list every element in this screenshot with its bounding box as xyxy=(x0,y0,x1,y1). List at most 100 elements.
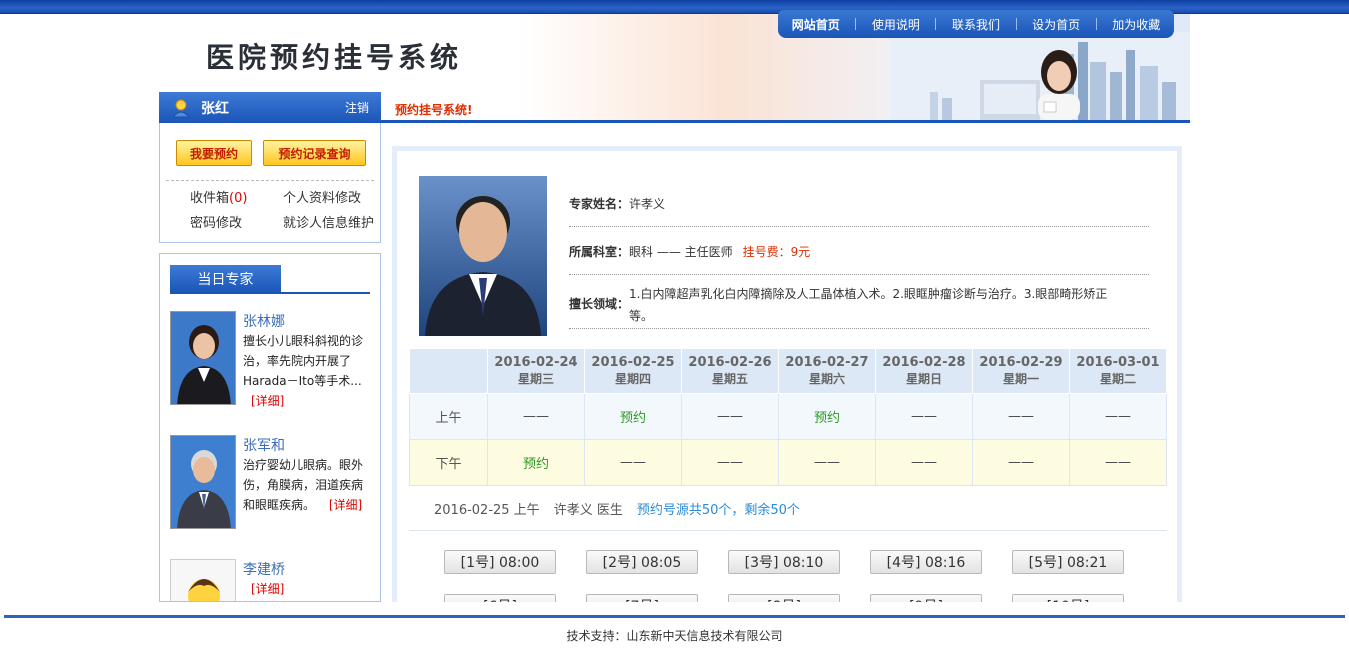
user-bar: 张红 注销 xyxy=(159,92,381,123)
book-slot-link[interactable]: 预约 xyxy=(778,393,876,440)
pm-label: 下午 xyxy=(409,439,488,486)
expert-name[interactable]: 李建桥 xyxy=(243,559,285,579)
password-edit-link[interactable]: 密码修改 xyxy=(190,212,242,231)
schedule-day-header: 2016-03-01 星期二 xyxy=(1069,348,1167,394)
doctor-name-label: 专家姓名： xyxy=(569,197,630,211)
expert-name[interactable]: 张林娜 xyxy=(243,311,285,331)
divider xyxy=(170,292,370,294)
schedule-day-header: 2016-02-24 星期三 xyxy=(487,348,585,394)
experts-title: 当日专家 xyxy=(170,265,281,293)
doctor-dept: 眼科 —— 主任医师 xyxy=(629,245,733,259)
time-slot-button[interactable]: [1号] 08:00 xyxy=(444,550,556,574)
doctor-skill-row: 擅长领域： 1.白内障超声乳化白内障摘除及人工晶体植入术。2.眼眶肿瘤诊断与治疗… xyxy=(569,283,1149,329)
schedule-day-header: 2016-02-28 星期日 xyxy=(875,348,973,394)
expert-name[interactable]: 张军和 xyxy=(243,435,285,455)
book-slot-link[interactable]: 预约 xyxy=(487,439,585,486)
divider xyxy=(166,180,374,181)
doctor-dept-row: 所属科室：眼科 —— 主任医师 挂号费：9元 xyxy=(569,243,1149,275)
nav-home[interactable]: 网站首页 xyxy=(792,16,840,33)
footer-divider xyxy=(4,615,1345,618)
schedule-day-header: 2016-02-29 星期一 xyxy=(972,348,1070,394)
footer-text: 技术支持：山东新中天信息技术有限公司 xyxy=(566,629,783,643)
schedule-header-row: 2016-02-24 星期三 2016-02-25 星期四 2016-02-26 星期… xyxy=(409,348,1167,394)
selected-doctor: 许孝义 医生 xyxy=(553,502,623,518)
quota-info: 预约号源共50个，剩余50个 xyxy=(636,502,800,518)
expert-item: 张军和 治疗婴幼儿眼病。眼外伤，角膜病，泪道疾病和眼眶疾病。 [详细] xyxy=(170,435,374,535)
doctor-dept-label: 所属科室： xyxy=(569,245,630,259)
expert-photo xyxy=(170,435,236,529)
schedule-day-header: 2016-02-25 星期四 xyxy=(584,348,682,394)
am-label: 上午 xyxy=(409,393,488,440)
expert-description: 治疗婴幼儿眼病。眼外伤，角膜病，泪道疾病和眼眶疾病。 [详细] xyxy=(243,458,364,512)
expert-photo-placeholder xyxy=(170,559,236,601)
schedule-am-row: 上午 —— 预约 —— 预约 —— —— —— xyxy=(409,393,1167,440)
schedule-cell: —— xyxy=(972,439,1070,486)
time-slot-button[interactable]: [5号] 08:21 xyxy=(1012,550,1124,574)
expert-detail-link[interactable]: [详细] xyxy=(329,498,362,512)
nav-set-homepage[interactable]: 设为首页 xyxy=(1032,16,1080,33)
schedule-day-header: 2016-02-27 星期六 xyxy=(778,348,876,394)
doctor-photo xyxy=(419,176,547,336)
time-slot-button[interactable]: [4号] 08:16 xyxy=(870,550,982,574)
doctor-detail-panel: 专家姓名：许孝义 所属科室：眼科 —— 主任医师 挂号费：9元 擅长领域： 1.白… xyxy=(392,146,1182,602)
schedule-cell: —— xyxy=(584,439,682,486)
logout-link[interactable]: 注销 xyxy=(345,99,369,116)
expert-detail-link[interactable]: [详细] xyxy=(251,582,284,596)
expert-item: 张林娜 擅长小儿眼科斜视的诊治，率先院内开展了Harada－Ito等手术... … xyxy=(170,311,374,411)
schedule-cell: —— xyxy=(778,439,876,486)
doctor-name: 许孝义 xyxy=(629,197,666,211)
schedule-cell: —— xyxy=(1069,439,1167,486)
selected-session-info: 2016-02-25 上午 许孝义 医生 预约号源共50个，剩余50个 xyxy=(409,486,1167,531)
top-navigation: 网站首页 使用说明 联系我们 设为首页 加为收藏 xyxy=(778,10,1174,38)
expert-description: [详细] xyxy=(243,579,373,599)
time-slot-button[interactable]: [3号] 08:10 xyxy=(728,550,840,574)
time-slot-button[interactable]: [9号] xyxy=(870,594,982,602)
schedule-cell: —— xyxy=(681,393,779,440)
user-icon xyxy=(171,99,191,117)
schedule-cell: —— xyxy=(972,393,1070,440)
inbox-label: 收件箱 xyxy=(190,191,230,206)
expert-item: 李建桥 [详细] xyxy=(170,559,374,601)
time-slot-button[interactable]: [6号] xyxy=(444,594,556,602)
marquee-text: 预约挂号系统! xyxy=(395,103,473,117)
schedule-table: 2016-02-24 星期三 2016-02-25 星期四 2016-02-26 星期… xyxy=(409,348,1167,486)
today-experts-panel: 当日专家 张林娜 擅长小儿眼科斜视的诊治，率先院内开展了Harada－Ito等手… xyxy=(159,253,381,602)
book-slot-link[interactable]: 预约 xyxy=(584,393,682,440)
expert-detail-link[interactable]: [详细] xyxy=(251,394,284,408)
patient-info-link[interactable]: 就诊人信息维护 xyxy=(283,212,374,231)
nav-divider xyxy=(855,18,857,30)
inbox-link[interactable]: 收件箱(0) xyxy=(190,187,247,206)
user-actions-panel: 我要预约 预约记录查询 收件箱(0) 个人资料修改 密码修改 就诊人信息维护 xyxy=(159,123,381,243)
time-slot-button[interactable]: [2号] 08:05 xyxy=(586,550,698,574)
schedule-day-header: 2016-02-26 星期五 xyxy=(681,348,779,394)
schedule-cell: —— xyxy=(1069,393,1167,440)
schedule-cell: —— xyxy=(875,439,973,486)
schedule-cell: —— xyxy=(681,439,779,486)
expert-photo xyxy=(170,311,236,405)
schedule-cell: —— xyxy=(875,393,973,440)
nav-add-favorite[interactable]: 加为收藏 xyxy=(1112,16,1160,33)
time-slot-button[interactable]: [8号] xyxy=(728,594,840,602)
profile-edit-link[interactable]: 个人资料修改 xyxy=(283,187,361,206)
book-appointment-button[interactable]: 我要预约 xyxy=(176,140,252,166)
nav-divider xyxy=(1015,18,1017,30)
doctor-skill: 1.白内障超声乳化白内障摘除及人工晶体植入术。2.眼眶肿瘤诊断与治疗。3.眼部畸… xyxy=(629,287,1108,323)
inbox-count: (0) xyxy=(229,191,248,206)
doctor-name-row: 专家姓名：许孝义 xyxy=(569,195,1149,227)
schedule-corner xyxy=(409,348,488,394)
doctor-skill-label: 擅长领域： xyxy=(569,297,630,311)
user-name: 张红 xyxy=(201,100,229,117)
schedule-cell: —— xyxy=(487,393,585,440)
expert-description: 擅长小儿眼科斜视的诊治，率先院内开展了Harada－Ito等手术... [详细] xyxy=(243,334,364,408)
time-slot-button[interactable]: [10号] xyxy=(1012,594,1124,602)
booking-records-button[interactable]: 预约记录查询 xyxy=(263,140,366,166)
registration-fee: 挂号费：9元 xyxy=(742,245,811,259)
nav-divider xyxy=(1095,18,1097,30)
time-slot-button[interactable]: [7号] xyxy=(586,594,698,602)
marquee-bar: 预约挂号系统! xyxy=(381,92,1190,123)
nav-contact[interactable]: 联系我们 xyxy=(952,16,1000,33)
site-title: 医院预约挂号系统 xyxy=(206,41,463,74)
nav-divider xyxy=(935,18,937,30)
schedule-pm-row: 下午 预约 —— —— —— —— —— —— xyxy=(409,439,1167,486)
nav-help[interactable]: 使用说明 xyxy=(872,16,920,33)
